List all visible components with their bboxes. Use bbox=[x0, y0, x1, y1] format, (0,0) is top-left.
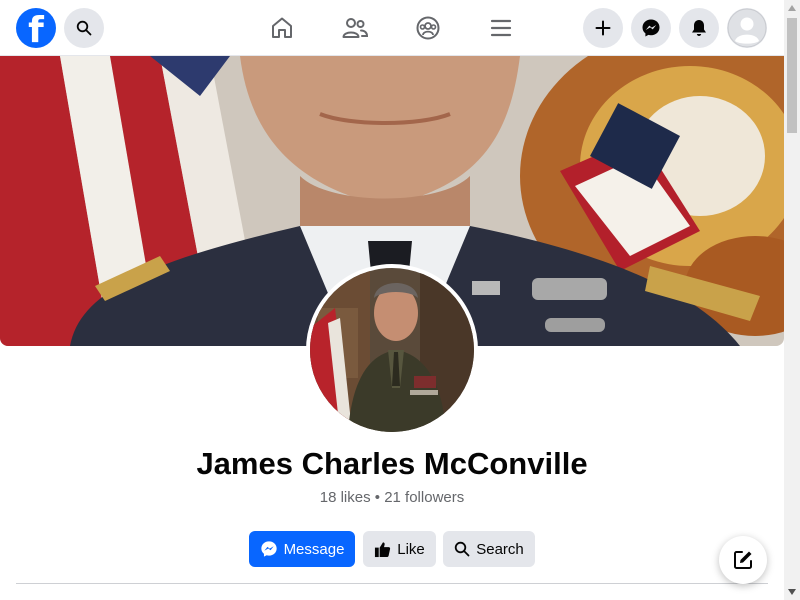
nav-friends[interactable] bbox=[339, 12, 371, 44]
top-navigation-bar: f bbox=[0, 0, 784, 56]
account-avatar-button[interactable] bbox=[727, 8, 767, 48]
likes-followers-count: 18 likes • 21 followers bbox=[319, 489, 465, 506]
facebook-logo-letter: f bbox=[28, 10, 44, 51]
section-divider bbox=[16, 583, 768, 584]
compose-icon bbox=[734, 551, 752, 569]
nav-menu[interactable] bbox=[485, 12, 517, 44]
messenger-icon bbox=[260, 541, 277, 557]
search-button-label: Search bbox=[476, 540, 524, 558]
search-icon bbox=[455, 541, 470, 557]
page-scrollbar[interactable] bbox=[784, 0, 800, 600]
messenger-button[interactable] bbox=[631, 8, 671, 48]
nav-home[interactable] bbox=[266, 12, 298, 44]
scroll-up-arrow[interactable] bbox=[784, 0, 800, 16]
groups-icon bbox=[416, 16, 440, 40]
create-button[interactable] bbox=[583, 8, 623, 48]
search-page-button[interactable]: Search bbox=[443, 531, 535, 567]
nav-groups[interactable] bbox=[412, 12, 444, 44]
caret-down-icon bbox=[788, 589, 796, 595]
facebook-logo[interactable]: f bbox=[16, 8, 56, 51]
message-button[interactable]: Message bbox=[249, 531, 355, 567]
message-button-label: Message bbox=[283, 540, 345, 558]
scroll-down-arrow[interactable] bbox=[784, 584, 800, 600]
profile-picture[interactable] bbox=[306, 264, 478, 436]
menu-icon bbox=[490, 19, 512, 37]
notifications-button[interactable] bbox=[679, 8, 719, 48]
page-title: James Charles McConville bbox=[196, 446, 588, 481]
scroll-thumb[interactable] bbox=[787, 18, 797, 133]
new-message-button[interactable] bbox=[719, 536, 767, 584]
caret-up-icon bbox=[788, 5, 796, 11]
plus-icon bbox=[595, 20, 611, 36]
friends-icon bbox=[342, 18, 369, 38]
thumbs-up-icon bbox=[375, 541, 391, 557]
search-button[interactable] bbox=[64, 8, 104, 48]
account-avatar-icon bbox=[727, 8, 767, 48]
bell-icon bbox=[692, 20, 706, 36]
search-icon bbox=[76, 20, 92, 36]
home-icon bbox=[272, 17, 292, 38]
like-button[interactable]: Like bbox=[363, 531, 436, 567]
messenger-icon bbox=[642, 19, 660, 37]
like-button-label: Like bbox=[397, 540, 425, 558]
